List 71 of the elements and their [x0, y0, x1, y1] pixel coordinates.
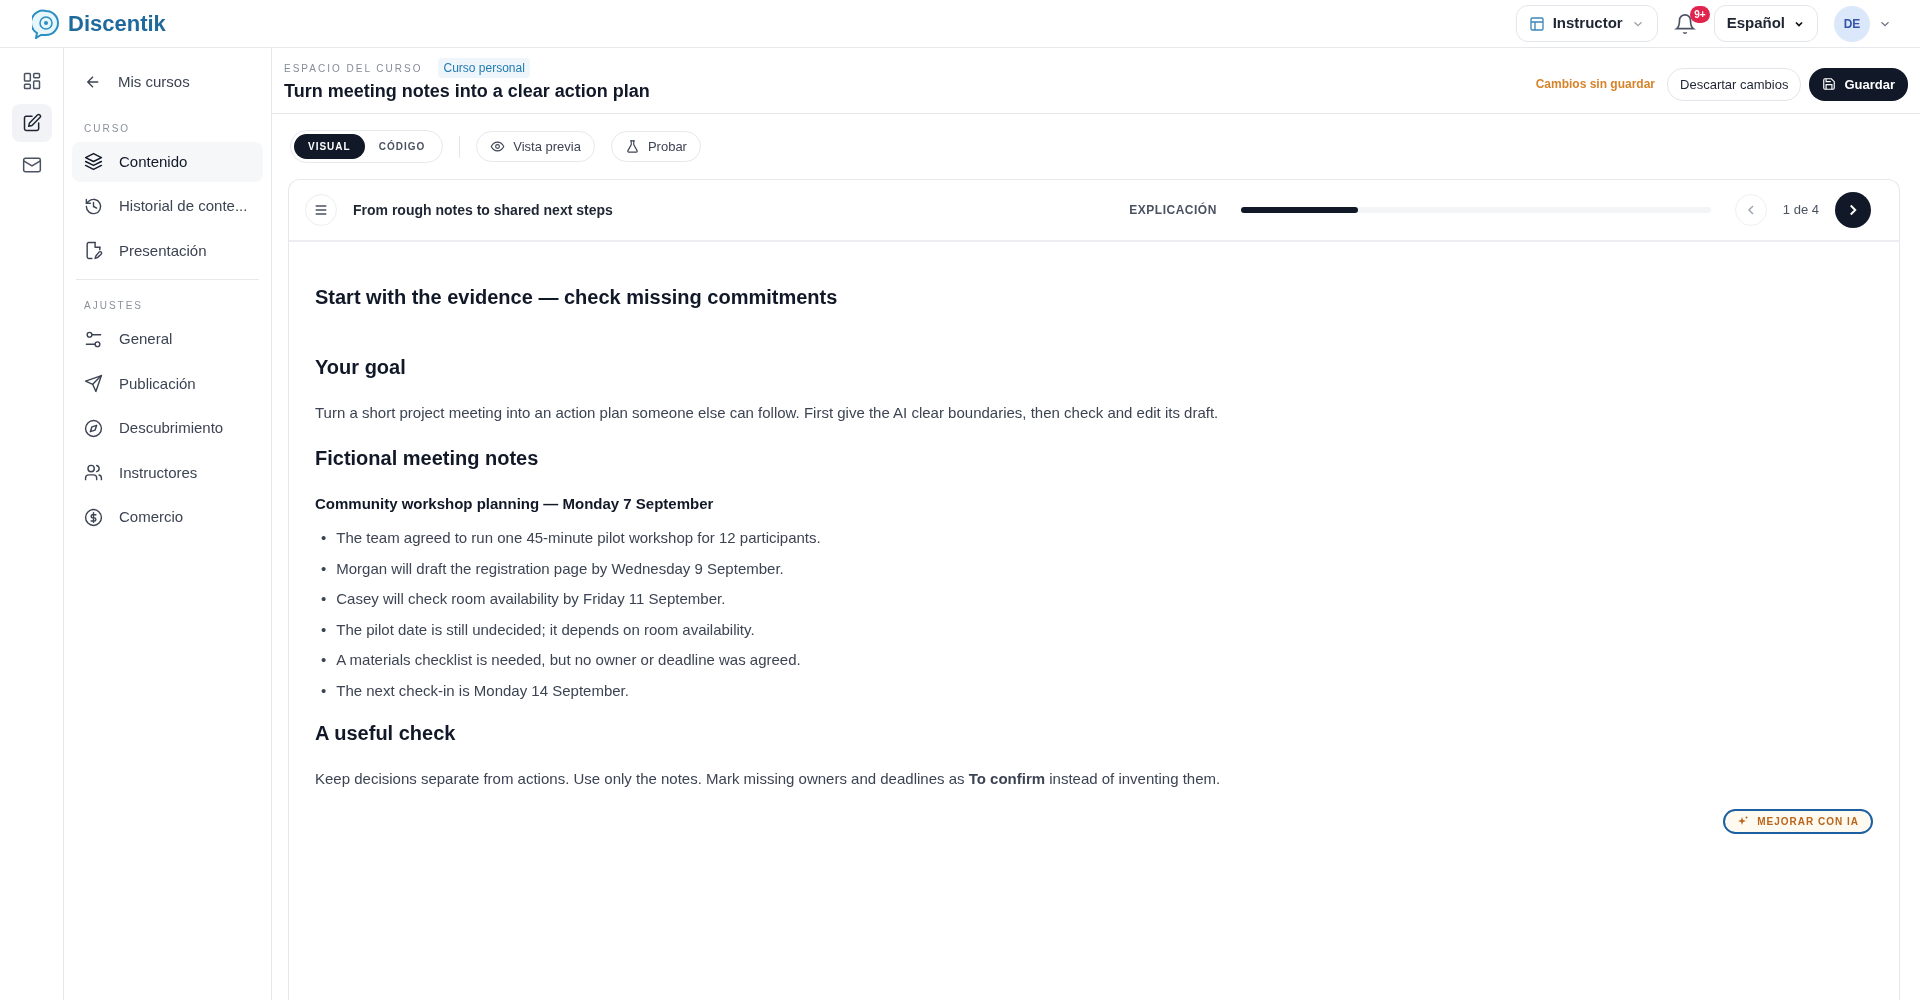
sidebar-item[interactable]: Historial de conte...	[72, 186, 263, 227]
next-button[interactable]	[1835, 192, 1871, 228]
list-item: The team agreed to run one 45-minute pilot workshop for 12 participants.	[336, 528, 821, 548]
menu-button[interactable]	[305, 194, 337, 226]
layers-icon	[84, 152, 103, 172]
step-type-label: EXPLICACIÓN	[1129, 201, 1217, 219]
sidebar-item[interactable]: Publicación	[72, 363, 263, 404]
users-icon	[84, 463, 103, 483]
history-icon	[84, 196, 103, 216]
list-item: A materials checklist is needed, but no owner or deadline was agreed.	[336, 650, 801, 670]
test-button[interactable]: Probar	[610, 130, 701, 163]
mail-icon	[21, 155, 42, 175]
sidebar-item[interactable]: Contenido	[72, 141, 263, 182]
menu-icon	[313, 202, 329, 218]
bell-icon[interactable]	[1673, 12, 1696, 35]
role-dropdown[interactable]: Instructor	[1515, 5, 1658, 42]
mode-tab[interactable]: VISUAL	[294, 134, 365, 159]
section-title: Start with the evidence — check missing commitments	[315, 286, 838, 308]
bullet-marker: •	[321, 558, 327, 579]
rail-nav-button[interactable]	[11, 104, 52, 142]
section-title: AJUSTES	[84, 300, 143, 311]
preview-button[interactable]: Vista previa	[476, 130, 595, 163]
bullet-marker: •	[321, 650, 327, 670]
eyebrow-label: ESPACIO DEL CURSO	[284, 61, 423, 76]
compass-icon	[84, 418, 103, 438]
save-icon	[1822, 77, 1837, 92]
edit-icon	[21, 113, 42, 133]
sidebar-item[interactable]: General	[72, 319, 263, 360]
ai-improve-button[interactable]: MEJORAR CON IA	[1723, 808, 1873, 834]
sidebar-item[interactable]: Instructores	[72, 452, 263, 493]
discard-button[interactable]: Descartar cambios	[1667, 67, 1802, 101]
bullet-marker: •	[321, 528, 327, 548]
notification-count: 9+	[1690, 5, 1710, 23]
logo-icon	[32, 8, 60, 39]
document-pen-icon	[84, 241, 103, 261]
sliders-icon	[84, 329, 103, 349]
content-heading: Your goal	[315, 356, 406, 378]
eye-icon	[490, 139, 506, 154]
lesson-title: From rough notes to shared next steps	[353, 200, 613, 220]
content-heading: A useful check	[315, 722, 456, 744]
content-heading: Fictional meeting notes	[315, 446, 539, 469]
list-item: Morgan will draft the registration page by Wednesday 9 September.	[336, 558, 784, 579]
step-counter: 1 de 4	[1782, 201, 1819, 220]
brand-name: Discentik	[68, 10, 166, 38]
list-item: The pilot date is still undecided; it depends on room availability.	[336, 619, 755, 640]
course-type-badge: Curso personal	[438, 58, 530, 78]
content-paragraph: Keep decisions separate from actions. Use only the notes. Mark missing owners and deadlines as To confirm instead of inventing them.	[315, 770, 1221, 787]
sparkle-icon	[1737, 815, 1750, 827]
dollar-icon	[84, 507, 103, 527]
bullet-marker: •	[321, 619, 327, 640]
mode-tab[interactable]: CÓDIGO	[364, 134, 440, 159]
back-link[interactable]: Mis cursos	[72, 62, 263, 103]
section-title: CURSO	[84, 122, 131, 134]
language-select[interactable]: Español	[1713, 5, 1818, 42]
bullet-marker: •	[321, 680, 327, 701]
grid-icon	[21, 71, 42, 91]
content-subheading: Community workshop planning — Monday 7 September	[315, 494, 714, 512]
bullet-marker: •	[321, 589, 327, 609]
layout-icon	[1528, 15, 1545, 32]
list-item: The next check-in is Monday 14 September.	[336, 680, 629, 701]
flask-icon	[624, 139, 640, 154]
user-avatar[interactable]: DE	[1834, 5, 1870, 42]
sidebar-item[interactable]: Descubrimiento	[72, 408, 263, 449]
sidebar-item[interactable]: Presentación	[72, 230, 263, 271]
save-button[interactable]: Guardar	[1809, 67, 1908, 101]
page-title: Turn meeting notes into a clear action plan	[284, 80, 650, 103]
sidebar-item[interactable]: Comercio	[72, 497, 263, 538]
send-icon	[84, 374, 103, 394]
unsaved-status: Cambios sin guardar	[1535, 76, 1656, 94]
list-item: Casey will check room availability by Friday 11 September.	[336, 589, 726, 609]
content-paragraph: Turn a short project meeting into an action plan someone else can follow. First give the AI clear boundaries, then check and edit its draft.	[315, 404, 1219, 421]
